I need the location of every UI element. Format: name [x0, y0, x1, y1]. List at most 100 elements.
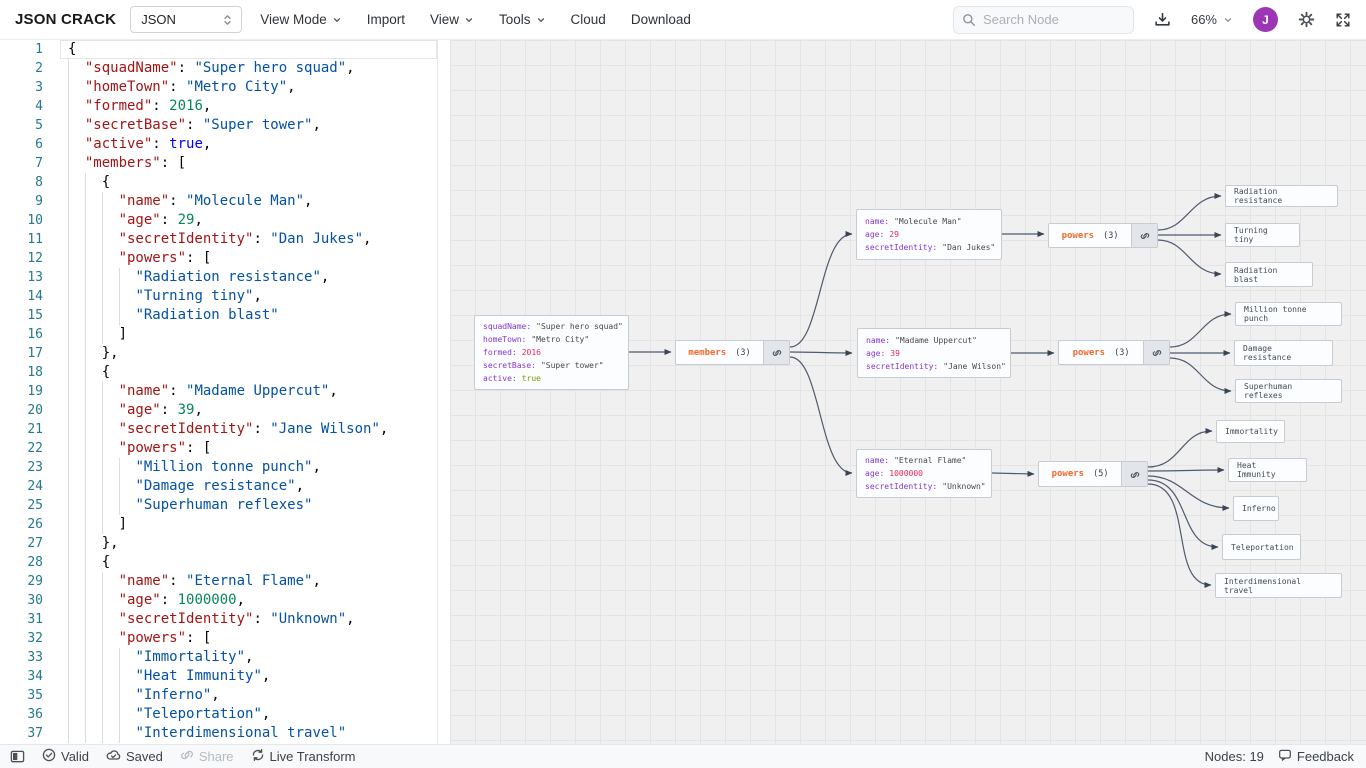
share-button[interactable]: Share: [180, 748, 234, 765]
node-members[interactable]: members(3): [675, 340, 790, 365]
expand-collapse-link-button[interactable]: [1131, 224, 1157, 247]
node-leaf[interactable]: Inferno: [1233, 496, 1279, 521]
editor-line[interactable]: 9 "name": "Molecule Man",: [0, 192, 437, 211]
avatar[interactable]: J: [1253, 7, 1278, 32]
download-image-icon[interactable]: [1154, 11, 1171, 28]
code-token: "active": [85, 136, 152, 152]
editor-line[interactable]: 23 "Million tonne punch",: [0, 458, 437, 477]
chevron-down-icon: [332, 15, 342, 25]
menu-tools[interactable]: Tools: [499, 12, 546, 27]
fullscreen-icon[interactable]: [1335, 12, 1351, 28]
editor-line[interactable]: 36 "Teleportation",: [0, 705, 437, 724]
editor-line[interactable]: 5 "secretBase": "Super tower",: [0, 116, 437, 135]
code-token: ,: [363, 231, 371, 247]
feedback-bubble-icon: [1278, 748, 1292, 765]
editor-line[interactable]: 21 "secretIdentity": "Jane Wilson",: [0, 420, 437, 439]
node-leaf[interactable]: Damage resistance: [1234, 340, 1333, 366]
search-node-input[interactable]: [983, 12, 1113, 27]
code-token: ,: [253, 288, 261, 304]
editor-line[interactable]: 26 ]: [0, 515, 437, 534]
pane-resize-handle[interactable]: [437, 40, 438, 744]
editor-line[interactable]: 32 "powers": [: [0, 629, 437, 648]
editor-line[interactable]: 1{: [0, 40, 437, 59]
expand-collapse-link-button[interactable]: [763, 341, 789, 364]
node-leaf[interactable]: Superhuman reflexes: [1235, 379, 1342, 403]
menu-view-mode[interactable]: View Mode: [260, 12, 342, 27]
zoom-control[interactable]: 66%: [1191, 12, 1233, 27]
editor-line[interactable]: 7 "members": [: [0, 154, 437, 173]
editor-line[interactable]: 20 "age": 39,: [0, 401, 437, 420]
editor-line[interactable]: 17 },: [0, 344, 437, 363]
menu-import[interactable]: Import: [367, 12, 405, 27]
node-powers-2[interactable]: powers(3): [1058, 340, 1170, 365]
toggle-editor-panel-icon[interactable]: [10, 749, 25, 764]
code-token: [68, 288, 135, 304]
code-token: "secretBase": [85, 117, 186, 133]
node-leaf[interactable]: Radiation resistance: [1225, 185, 1338, 207]
editor-line[interactable]: 25 "Superhuman reflexes": [0, 496, 437, 515]
editor-line[interactable]: 3 "homeTown": "Metro City",: [0, 78, 437, 97]
editor-line[interactable]: 28 {: [0, 553, 437, 572]
editor-line[interactable]: 2 "squadName": "Super hero squad",: [0, 59, 437, 78]
editor-line[interactable]: 31 "secretIdentity": "Unknown",: [0, 610, 437, 629]
code-token: [68, 649, 135, 665]
menu-download[interactable]: Download: [631, 12, 691, 27]
node-leaf[interactable]: Interdimensional travel: [1215, 573, 1342, 598]
expand-collapse-link-button[interactable]: [1143, 341, 1169, 364]
menu-view[interactable]: View: [430, 12, 474, 27]
menu-cloud[interactable]: Cloud: [571, 12, 606, 27]
feedback-button[interactable]: Feedback: [1278, 748, 1354, 765]
node-leaf[interactable]: Million tonne punch: [1235, 302, 1342, 326]
editor-line[interactable]: 22 "powers": [: [0, 439, 437, 458]
code-token: {: [68, 174, 110, 190]
editor-line[interactable]: 19 "name": "Madame Uppercut",: [0, 382, 437, 401]
editor-line[interactable]: 8 {: [0, 173, 437, 192]
graph-canvas[interactable]: squadName:"Super hero squad" homeTown:"M…: [450, 40, 1366, 744]
editor-line[interactable]: 15 "Radiation blast": [0, 306, 437, 325]
node-leaf[interactable]: Turning tiny: [1225, 223, 1300, 247]
live-transform-toggle[interactable]: Live Transform: [251, 748, 356, 765]
code-token: "Molecule Man": [186, 193, 304, 209]
editor-line[interactable]: 10 "age": 29,: [0, 211, 437, 230]
line-number: 16: [0, 325, 43, 344]
editor-line[interactable]: 6 "active": true,: [0, 135, 437, 154]
editor-line[interactable]: 11 "secretIdentity": "Dan Jukes",: [0, 230, 437, 249]
node-leaf[interactable]: Radiation blast: [1225, 262, 1313, 287]
node-member-molecule-man[interactable]: name:"Molecule Man" age:29 secretIdentit…: [856, 209, 1002, 260]
code-token: [68, 668, 135, 684]
editor-line[interactable]: 16 ]: [0, 325, 437, 344]
node-member-eternal-flame[interactable]: name:"Eternal Flame" age:1000000 secretI…: [856, 449, 992, 498]
code-token: ,: [194, 212, 202, 228]
expand-collapse-link-button[interactable]: [1121, 462, 1147, 486]
editor-line[interactable]: 13 "Radiation resistance",: [0, 268, 437, 287]
editor-line[interactable]: 37 "Interdimensional travel": [0, 724, 437, 743]
editor-line[interactable]: 18 {: [0, 363, 437, 382]
valid-status[interactable]: Valid: [42, 748, 89, 765]
editor-line[interactable]: 14 "Turning tiny",: [0, 287, 437, 306]
editor-line[interactable]: 34 "Heat Immunity",: [0, 667, 437, 686]
node-member-madame-uppercut[interactable]: name:"Madame Uppercut" age:39 secretIden…: [857, 328, 1011, 378]
format-select[interactable]: JSON: [130, 6, 242, 33]
node-leaf[interactable]: Heat Immunity: [1228, 458, 1307, 482]
saved-status[interactable]: Saved: [106, 748, 163, 765]
code-token: "age": [119, 212, 161, 228]
gear-icon[interactable]: [1298, 11, 1315, 28]
line-number: 4: [0, 97, 43, 116]
node-powers-1[interactable]: powers(3): [1048, 223, 1158, 248]
editor-line[interactable]: 4 "formed": 2016,: [0, 97, 437, 116]
line-number: 29: [0, 572, 43, 591]
node-root-object[interactable]: squadName:"Super hero squad" homeTown:"M…: [474, 315, 629, 390]
code-token: [68, 98, 85, 114]
editor-line[interactable]: 35 "Inferno",: [0, 686, 437, 705]
editor-line[interactable]: 12 "powers": [: [0, 249, 437, 268]
editor-line[interactable]: 24 "Damage resistance",: [0, 477, 437, 496]
editor-line[interactable]: 29 "name": "Eternal Flame",: [0, 572, 437, 591]
editor-line[interactable]: 33 "Immortality",: [0, 648, 437, 667]
editor-line[interactable]: 30 "age": 1000000,: [0, 591, 437, 610]
node-leaf[interactable]: Immortality: [1216, 420, 1285, 443]
editor-line[interactable]: 27 },: [0, 534, 437, 553]
code-token: "name": [119, 383, 170, 399]
node-leaf[interactable]: Teleportation: [1222, 534, 1301, 560]
json-editor[interactable]: 1{2 "squadName": "Super hero squad",3 "h…: [0, 40, 450, 744]
node-powers-3[interactable]: powers(5): [1038, 461, 1148, 487]
